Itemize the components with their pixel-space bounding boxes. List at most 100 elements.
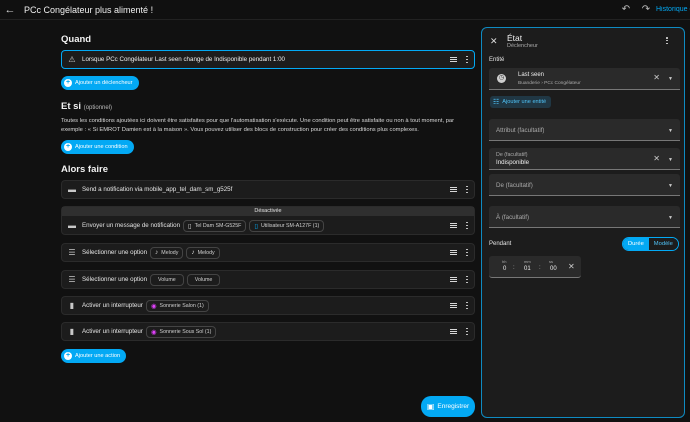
from-value: Indisponible: [496, 159, 530, 166]
more-menu-icon[interactable]: [460, 55, 474, 64]
minutes-unit: mm: [524, 259, 531, 264]
minutes-value[interactable]: 01: [524, 266, 531, 272]
ringing-icon: ◉: [150, 302, 157, 310]
add-trigger-button[interactable]: + Ajouter un déclencheur: [61, 76, 139, 90]
music-note-icon: ♪: [155, 249, 159, 256]
device-chip[interactable]: ▯ Tel Dam SM-G525F: [183, 219, 247, 232]
more-menu-icon[interactable]: [460, 327, 474, 336]
list-icon: ☰: [68, 248, 76, 257]
chip-label: Volume: [158, 276, 176, 283]
message-icon: ▬: [68, 185, 76, 194]
chevron-down-icon[interactable]: ▼: [668, 76, 673, 82]
entity-chip[interactable]: ♪ Melody: [186, 246, 220, 259]
chip-label: Utilisateur SM-A127F (1): [261, 222, 320, 229]
add-entity-button[interactable]: ☷ Ajouter une entité: [490, 96, 552, 108]
action-text: Sélectionner une option: [82, 276, 148, 283]
page-title: PCc Congélateur plus alimenté !: [24, 4, 154, 15]
action-row[interactable]: ▮ Activer un interrupteur ◉ Sonnerie Sous…: [61, 322, 475, 341]
more-menu-icon[interactable]: [460, 221, 474, 230]
entity-chip[interactable]: ◉ Sonnerie Sous Sol (1): [145, 325, 217, 338]
hours-unit: hh: [502, 259, 507, 264]
drag-handle-icon[interactable]: [446, 328, 460, 335]
action-text: Activer un interrupteur: [82, 302, 143, 309]
disabled-banner: Désactivée: [62, 207, 474, 216]
entity-chip[interactable]: ♪ Melody: [150, 246, 184, 259]
panel-subtitle: Déclencheur: [507, 43, 538, 49]
from2-select[interactable]: De (facultatif) ▼: [489, 174, 680, 196]
entity-label: Entité: [489, 57, 505, 63]
more-menu-icon[interactable]: [460, 248, 474, 257]
add-condition-label: Ajouter une condition: [75, 144, 128, 150]
entity-picker[interactable]: ◷ Last seen Buanderie › PCc Congélateur …: [489, 68, 680, 90]
trigger-text: Lorsque PCc Congélateur Last seen change…: [82, 56, 285, 63]
top-bar: ← PCc Congélateur plus alimenté ! ↶ ↷ Hi…: [0, 0, 690, 20]
clear-icon[interactable]: ✕: [653, 154, 660, 163]
drag-handle-icon[interactable]: [446, 222, 460, 229]
seconds-unit: ss: [549, 259, 553, 264]
add-entity-icon: ☷: [493, 99, 500, 106]
plus-icon: +: [64, 352, 72, 360]
close-icon[interactable]: ✕: [490, 36, 498, 47]
chip-label: Melody: [161, 249, 179, 256]
time-separator: :: [539, 265, 541, 271]
duration-mode-toggle[interactable]: Durée Modèle: [622, 237, 679, 251]
drag-handle-icon[interactable]: [446, 249, 460, 256]
seconds-value[interactable]: 00: [550, 266, 557, 272]
action-row[interactable]: ▬ Send a notification via mobile_app_tel…: [61, 180, 475, 199]
chip-label: Volume: [194, 276, 213, 283]
back-arrow-icon[interactable]: ←: [0, 0, 20, 20]
conditions-description: Toutes les conditions ajoutées ici doive…: [61, 118, 455, 133]
from-label: De (facultatif): [496, 152, 528, 158]
entity-chip[interactable]: Volume: [150, 273, 184, 286]
redo-icon[interactable]: ↷: [636, 0, 656, 20]
action-text: Activer un interrupteur: [82, 328, 143, 335]
clear-icon[interactable]: ✕: [653, 73, 660, 82]
hours-value[interactable]: 0: [503, 266, 506, 272]
from-select[interactable]: De (facultatif) Indisponible ✕ ▼: [489, 148, 680, 170]
chevron-down-icon: ▼: [668, 183, 673, 189]
duration-input[interactable]: hh 0 : mm 01 : ss 00 ✕: [489, 256, 581, 278]
clear-duration-icon[interactable]: ✕: [568, 262, 575, 271]
action-text: Sélectionner une option: [82, 249, 148, 256]
chip-label: Sonnerie Sous Sol (1): [159, 328, 212, 335]
panel-more-menu-icon[interactable]: [660, 37, 674, 45]
more-menu-icon[interactable]: [460, 301, 474, 310]
attribute-select[interactable]: Attribut (facultatif) ▼: [489, 119, 680, 141]
to-select[interactable]: À (facultatif) ▼: [489, 206, 680, 228]
entity-path: Buanderie › PCc Congélateur: [518, 81, 581, 86]
drag-handle-icon[interactable]: [446, 186, 460, 193]
from2-placeholder: De (facultatif): [496, 182, 533, 189]
if-title: Et si: [61, 101, 82, 112]
undo-icon[interactable]: ↶: [616, 0, 636, 20]
add-action-label: Ajouter une action: [75, 353, 121, 359]
attribute-placeholder: Attribut (facultatif): [496, 127, 545, 134]
add-action-button[interactable]: + Ajouter une action: [61, 349, 127, 363]
action-row[interactable]: ▮ Activer un interrupteur ◉ Sonnerie Salo…: [61, 296, 475, 315]
entity-chip[interactable]: Volume: [186, 273, 221, 286]
section-title-then: Alors faire: [61, 164, 108, 175]
drag-handle-icon[interactable]: [446, 56, 460, 63]
seg-template[interactable]: Modèle: [648, 238, 678, 250]
more-menu-icon[interactable]: [460, 185, 474, 194]
action-row[interactable]: ☰ Sélectionner une option ♪ Melody ♪ Melod…: [61, 243, 475, 262]
seg-duration[interactable]: Durée: [623, 238, 649, 250]
entity-chip[interactable]: ◉ Sonnerie Salon (1): [145, 299, 209, 312]
device-chip[interactable]: ▯ Utilisateur SM-A127F (1): [249, 219, 325, 232]
drag-handle-icon[interactable]: [446, 276, 460, 283]
more-menu-icon[interactable]: [460, 275, 474, 284]
trigger-card[interactable]: ⚠ Lorsque PCc Congélateur Last seen chan…: [61, 50, 475, 69]
history-link[interactable]: Historique d: [656, 6, 690, 13]
disabled-action-row[interactable]: Désactivée ▬ Envoyer un message de notif…: [61, 206, 475, 235]
chevron-down-icon: ▼: [668, 128, 673, 134]
ringing-icon: ◉: [150, 328, 157, 336]
if-optional: (optionnel): [83, 105, 113, 111]
trigger-editor-panel: ✕ État Déclencheur Entité ◷ Last seen Bu…: [481, 27, 685, 418]
action-text: Envoyer un message de notification: [82, 222, 181, 229]
plus-icon: +: [64, 143, 72, 151]
section-title-if: Et si (optionnel): [61, 100, 112, 114]
save-button[interactable]: ▣ Enregistrer: [421, 396, 475, 417]
action-row[interactable]: ☰ Sélectionner une option Volume Volume: [61, 270, 475, 289]
drag-handle-icon[interactable]: [446, 302, 460, 309]
clock-icon: ◷: [497, 74, 506, 83]
add-condition-button[interactable]: + Ajouter une condition: [61, 140, 134, 154]
